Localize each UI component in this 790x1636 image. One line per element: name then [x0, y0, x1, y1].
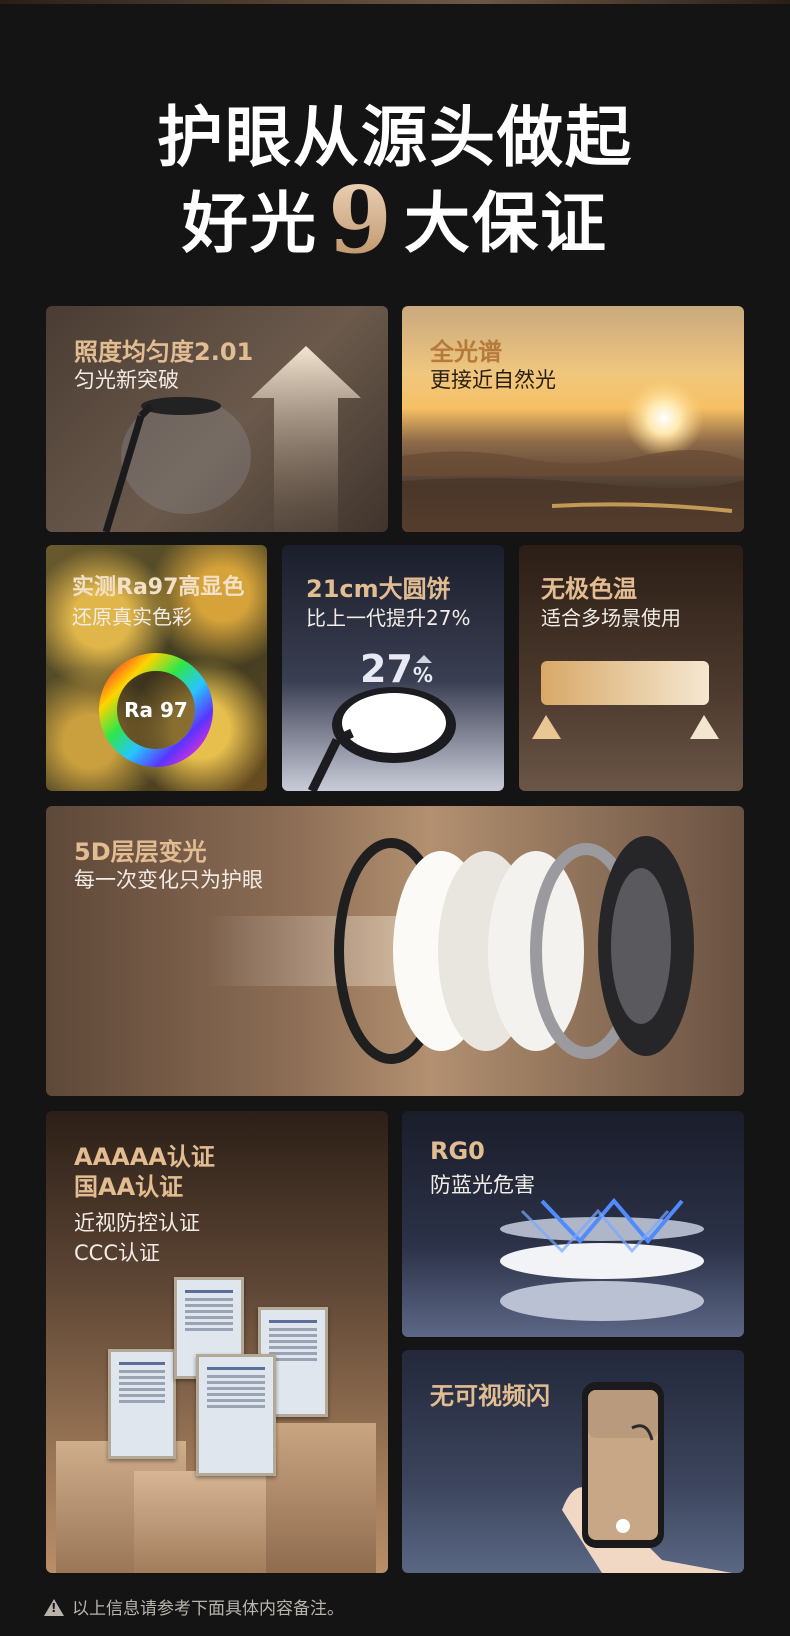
- card-color-temp: 无极色温 适合多场景使用: [519, 545, 743, 791]
- layers-subtitle: 每一次变化只为护眼: [74, 868, 263, 892]
- headline-suffix: 大保证: [404, 185, 608, 262]
- uniformity-subtitle: 匀光新突破: [74, 368, 179, 392]
- disc-badge-unit: %: [412, 663, 433, 687]
- uniformity-title: 照度均匀度2.01: [74, 338, 254, 366]
- triangle-icon: [690, 715, 719, 739]
- rg0-title: RG0: [430, 1137, 485, 1165]
- card-disc: 21cm大圆饼 比上一代提升27% 27%: [282, 545, 504, 791]
- certs-title-line2: 国AA认证: [74, 1173, 184, 1201]
- triangle-icon: [532, 715, 561, 739]
- card-layers: 5D层层变光 每一次变化只为护眼: [46, 806, 744, 1096]
- card-uniformity: 照度均匀度2.01 匀光新突破: [46, 306, 388, 532]
- disc-badge: 27%: [360, 647, 433, 691]
- headline-line2: 好光 9 大保证: [0, 160, 790, 274]
- rg0-subtitle: 防蓝光危害: [430, 1173, 535, 1197]
- layers-title: 5D层层变光: [74, 838, 207, 866]
- color-temp-title: 无极色温: [541, 575, 637, 603]
- full-spectrum-subtitle: 更接近自然光: [430, 368, 556, 392]
- certificate-frame: [196, 1354, 276, 1476]
- headline-prefix: 好光: [181, 185, 318, 262]
- sun-icon: [624, 378, 704, 458]
- color-temp-subtitle: 适合多场景使用: [541, 606, 681, 630]
- card-rg0: RG0 防蓝光危害: [402, 1111, 744, 1337]
- headline-number: 9: [327, 166, 394, 274]
- flicker-title: 无可视频闪: [430, 1382, 550, 1410]
- card-certifications: AAAAA认证 国AA认证 近视防控认证 CCC认证: [46, 1111, 388, 1573]
- footer-note: 以上信息请参考下面具体内容备注。: [44, 1594, 344, 1619]
- top-strip: [0, 0, 790, 4]
- disc-subtitle: 比上一代提升27%: [306, 606, 471, 630]
- full-spectrum-title: 全光谱: [430, 338, 502, 366]
- warning-icon: [44, 1599, 64, 1616]
- disc-badge-number: 27: [360, 647, 413, 691]
- podium-right: [266, 1423, 376, 1573]
- certs-subtitle-line2: CCC认证: [74, 1241, 160, 1265]
- certificate-frame: [108, 1349, 176, 1459]
- card-full-spectrum: 全光谱 更接近自然光: [402, 306, 744, 532]
- certs-subtitle-line1: 近视防控认证: [74, 1211, 200, 1235]
- podium-center: [134, 1471, 284, 1573]
- card-ra97: 实测Ra97高显色 还原真实色彩 Ra 97: [46, 545, 267, 791]
- arrow-up-icon: [251, 346, 361, 532]
- disc-title: 21cm大圆饼: [306, 575, 451, 603]
- ra97-title: 实测Ra97高显色: [72, 575, 245, 600]
- footer-text: 以上信息请参考下面具体内容备注。: [72, 1599, 344, 1619]
- card-flicker: 无可视频闪: [402, 1350, 744, 1573]
- ra97-subtitle: 还原真实色彩: [72, 605, 192, 629]
- ra97-badge: Ra 97: [124, 698, 188, 722]
